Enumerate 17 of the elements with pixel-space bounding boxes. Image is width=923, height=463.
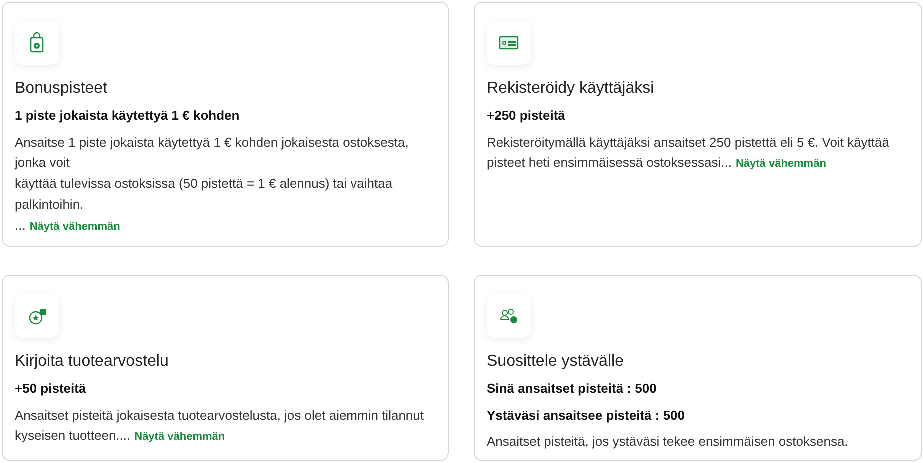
points-text: 1 piste jokaista käytettyä 1 € kohden	[15, 107, 241, 126]
points-text: +50 pisteitä	[15, 380, 88, 398]
points-text: Sinä ansaitset pisteitä : 500	[487, 380, 658, 398]
show-less-link[interactable]: Näytä vähemmän	[134, 431, 226, 444]
description-text: Rekisteröitymällä käyttäjäksi ansaitset 250 pistettä eli 5 €. Voit käyttää pisteet heti ensimmäisessä ostoksessasi... Näytä vähemmän	[487, 134, 890, 172]
points-text: +250 pisteitä	[487, 107, 566, 126]
description-text: Ansaitset pisteitä, jos ystäväsi tekee ensimmäisen ostoksensa.	[487, 433, 850, 452]
card-title: Kirjoita tuotearvostelu	[15, 352, 170, 372]
description-text: ... Näytä vähemmän	[15, 216, 122, 235]
description-text: käyttää tulevissa ostoksissa (50 pistettä = 1 € alennus) tai vaihtaa palkintoihin.	[15, 175, 394, 214]
description-text: Ansaitset pisteitä jokaisesta tuotearvostelusta, jos olet aiemmin tilannut kyseisen tuotteen.... Näytä vähemmän	[15, 406, 425, 446]
card-title: Rekisteröidy käyttäjäksi	[487, 79, 656, 98]
card-title: Suosittele ystävälle	[487, 352, 625, 372]
show-less-link[interactable]: Näytä vähemmän	[736, 158, 826, 170]
show-less-link[interactable]: Näytä vähemmän	[30, 220, 120, 233]
points-text: Ystäväsi ansaitsee pisteitä : 500	[487, 406, 686, 425]
card-title: Bonuspisteet	[15, 79, 109, 98]
